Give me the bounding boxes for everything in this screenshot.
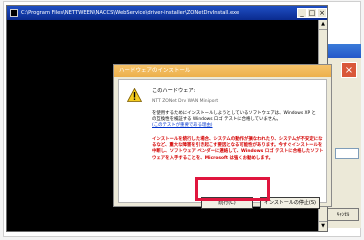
warning-text: を使用するためにインストールしようとしているソフトウェアは、Windows XP… [152, 111, 316, 122]
hardware-heading: このハードウェア: [152, 88, 196, 94]
caution-text: インストールを続行した場合、システムの動作が損なわれたり、システムが不安定になる… [152, 137, 324, 161]
console-app-icon [10, 9, 18, 17]
scroll-up-icon[interactable]: ▲ [319, 20, 327, 30]
continue-highlight-box [195, 177, 270, 201]
background-input-field[interactable] [335, 148, 359, 159]
console-titlebar: C:\Program Files\NETTWEEN\NACCS\WebServi… [7, 6, 327, 20]
close-icon: × [319, 9, 325, 17]
background-cancel-button[interactable]: ｷｬﾝｾﾙ [327, 208, 359, 221]
minimize-icon: _ [300, 9, 304, 17]
scroll-down-icon[interactable]: ▼ [319, 221, 327, 231]
console-title: C:\Program Files\NETTWEEN\NACCS\WebServi… [21, 10, 240, 16]
maximize-icon: □ [308, 9, 316, 17]
background-close-button[interactable]: × [341, 62, 357, 78]
close-icon: × [344, 65, 354, 76]
warning-icon [127, 88, 142, 102]
maximize-button[interactable]: □ [307, 8, 317, 18]
dialog-titlebar: ハードウェアのインストール [114, 65, 331, 77]
logo-test-link[interactable]: (このテストが重要である理由) [152, 123, 212, 129]
dialog-title: ハードウェアのインストール [119, 68, 191, 74]
minimize-button[interactable]: _ [297, 8, 307, 18]
close-button[interactable]: × [317, 8, 327, 18]
hardware-name: NTT ZONet Drv WAN Miniport [152, 99, 219, 104]
